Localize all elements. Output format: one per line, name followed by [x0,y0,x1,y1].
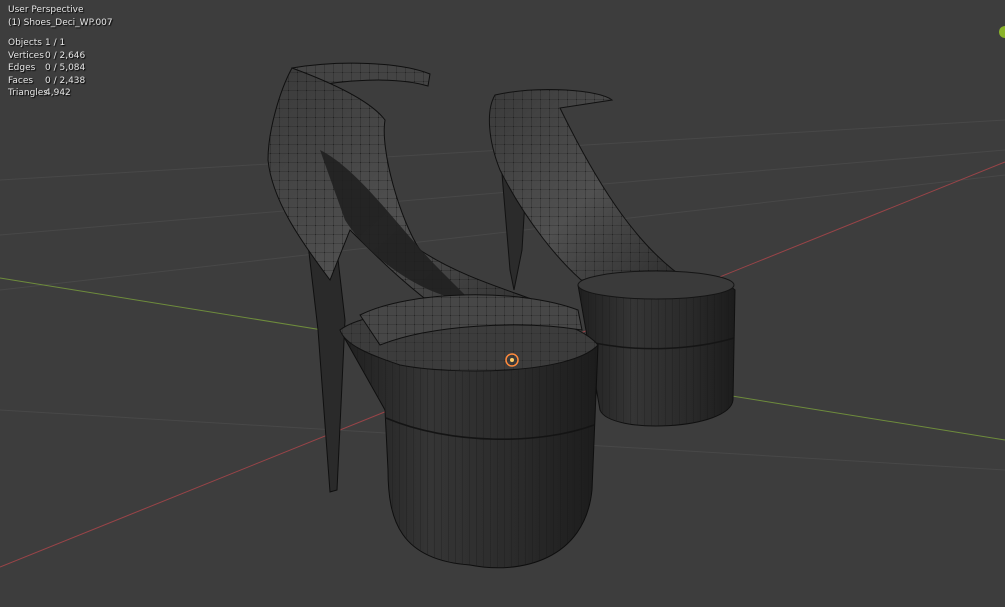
stat-value: 0 / 2,646 [45,50,86,61]
view-name: User Perspective [8,5,84,15]
stat-label: Edges [8,63,36,73]
stat-label: Faces [8,75,34,86]
stat-objects: Objects 1 / 1 [8,37,113,50]
active-object-name: (1) Shoes_Deci_WP.007 [8,17,113,28]
stat-label: Objects [8,38,43,48]
stat-triangles: Triangles 4,942 [8,87,113,100]
stat-value: 0 / 5,084 [45,63,86,73]
3d-viewport[interactable]: User Perspective (1) Shoes_Deci_WP.007 O… [0,0,1005,607]
viewport-scene[interactable] [0,0,1005,607]
stat-value: 1 / 1 [45,38,66,48]
stat-label: Vertices [8,50,44,61]
navigation-gizmo-icon[interactable] [999,26,1005,38]
stat-faces: Faces 0 / 2,438 [8,75,113,88]
stat-vertices: Vertices 0 / 2,646 [8,50,113,63]
viewport-info-overlay: User Perspective (1) Shoes_Deci_WP.007 O… [8,4,113,100]
stat-value: 4,942 [45,88,71,98]
stat-edges: Edges 0 / 5,084 [8,62,113,75]
stat-value: 0 / 2,438 [45,75,86,86]
stat-label: Triangles [8,88,49,98]
